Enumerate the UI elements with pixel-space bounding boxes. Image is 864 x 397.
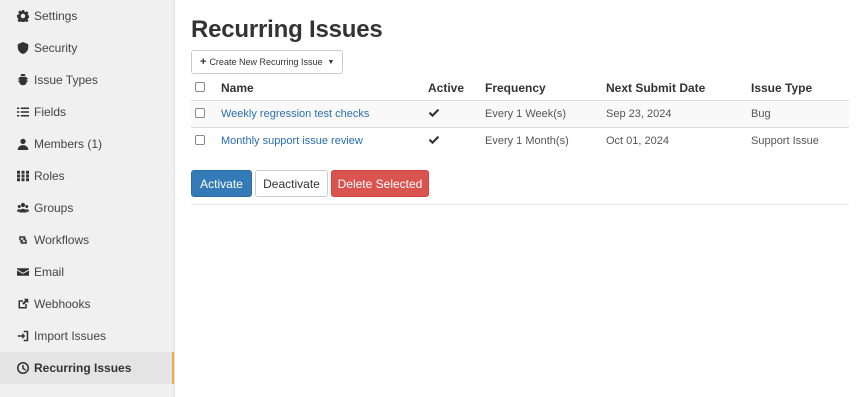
issue-type-value: Bug <box>751 108 771 120</box>
table-header-row: Name Active Frequency Next Submit Date I… <box>191 76 849 100</box>
retweet-icon <box>17 234 29 246</box>
row-checkbox[interactable] <box>195 134 205 148</box>
clock-icon <box>17 362 29 374</box>
sidebar-item-label: Recurring Issues <box>34 361 132 375</box>
plus-icon: + <box>200 56 207 68</box>
sidebar-item-recurring-issues[interactable]: Recurring Issues <box>0 352 174 384</box>
sidebar-item-workflows[interactable]: Workflows <box>0 224 174 256</box>
sidebar-item-groups[interactable]: Groups <box>0 192 174 224</box>
sidebar: Settings Security Issue Types Fields Mem… <box>0 0 175 397</box>
caret-down-icon: ▼ <box>327 58 335 66</box>
page-title: Recurring Issues <box>191 16 383 43</box>
sidebar-item-label: Webhooks <box>34 297 91 311</box>
grid-icon <box>17 170 29 182</box>
check-icon <box>428 107 440 122</box>
next-submit-date-value: Sep 23, 2024 <box>606 108 672 120</box>
select-all-checkbox[interactable] <box>195 81 205 95</box>
sidebar-item-label: Security <box>34 41 78 55</box>
table-row: Monthly support issue review Every 1 Mon… <box>191 127 849 154</box>
sidebar-item-settings[interactable]: Settings <box>0 0 174 32</box>
sidebar-item-members[interactable]: Members (1) <box>0 128 174 160</box>
row-checkbox[interactable] <box>195 107 205 121</box>
table-row: Weekly regression test checks Every 1 We… <box>191 100 849 127</box>
issue-name-link[interactable]: Monthly support issue review <box>221 135 363 147</box>
bug-icon <box>17 74 29 86</box>
deactivate-button[interactable]: Deactivate <box>255 170 328 197</box>
sidebar-item-fields[interactable]: Fields <box>0 96 174 128</box>
sidebar-item-label: Email <box>34 265 65 279</box>
sidebar-item-label: Issue Types <box>34 73 98 87</box>
sidebar-item-label: Fields <box>34 105 67 119</box>
users-icon <box>17 202 29 214</box>
external-link-icon <box>17 298 29 310</box>
check-icon <box>428 134 440 149</box>
gear-icon <box>17 10 29 22</box>
header-issue-type[interactable]: Issue Type <box>751 81 812 95</box>
envelope-icon <box>17 266 29 278</box>
sidebar-item-issue-types[interactable]: Issue Types <box>0 64 174 96</box>
frequency-value: Every 1 Month(s) <box>485 135 569 147</box>
header-next-submit-date[interactable]: Next Submit Date <box>606 81 705 95</box>
import-icon <box>17 330 29 342</box>
shield-icon <box>17 42 29 54</box>
sidebar-item-label: Workflows <box>34 233 90 247</box>
header-name[interactable]: Name <box>221 81 254 95</box>
frequency-value: Every 1 Week(s) <box>485 108 567 120</box>
sidebar-item-roles[interactable]: Roles <box>0 160 174 192</box>
sidebar-item-label: Members (1) <box>34 137 103 151</box>
create-button-label: Create New Recurring Issue <box>209 57 323 67</box>
sidebar-item-label: Import Issues <box>34 329 107 343</box>
create-recurring-issue-button[interactable]: + Create New Recurring Issue ▼ <box>191 50 344 74</box>
header-frequency[interactable]: Frequency <box>485 81 546 95</box>
next-submit-date-value: Oct 01, 2024 <box>606 135 669 147</box>
sidebar-item-security[interactable]: Security <box>0 32 174 64</box>
delete-selected-button[interactable]: Delete Selected <box>331 170 429 197</box>
sidebar-item-import-issues[interactable]: Import Issues <box>0 320 174 352</box>
user-icon <box>17 138 29 150</box>
sidebar-item-label: Settings <box>34 9 78 23</box>
issue-type-value: Support Issue <box>751 135 819 147</box>
issue-name-link[interactable]: Weekly regression test checks <box>221 108 369 120</box>
activate-button[interactable]: Activate <box>191 170 252 197</box>
sidebar-item-label: Groups <box>34 201 74 215</box>
divider <box>191 204 849 205</box>
list-icon <box>17 106 29 118</box>
header-active[interactable]: Active <box>428 81 464 95</box>
sidebar-item-email[interactable]: Email <box>0 256 174 288</box>
sidebar-item-label: Roles <box>34 169 65 183</box>
sidebar-item-webhooks[interactable]: Webhooks <box>0 288 174 320</box>
